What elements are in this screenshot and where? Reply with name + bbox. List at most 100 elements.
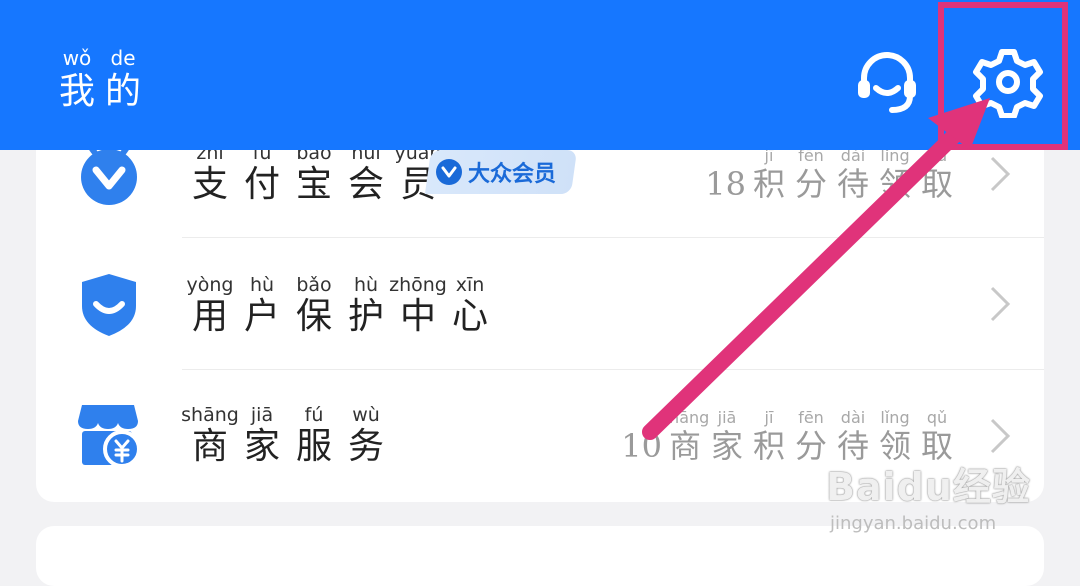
ruby-char: fēn 分 — [790, 146, 832, 203]
pinyin: dài — [840, 146, 866, 165]
ruby-char: qǔ 取 — [916, 408, 958, 463]
pinyin: xīn — [455, 274, 485, 296]
ruby-char: dài 待 — [832, 146, 874, 203]
pinyin: lǐng — [880, 146, 910, 165]
hanzi: 积 — [752, 165, 785, 203]
page-title: wǒ 我 de 的 — [54, 48, 146, 110]
hanzi: 务 — [347, 426, 384, 467]
ruby-char: hù 户 — [236, 276, 288, 335]
pinyin: wǒ — [62, 46, 92, 70]
hanzi: 户 — [243, 296, 280, 337]
headset-icon[interactable] — [852, 46, 922, 116]
hanzi: 服 — [295, 426, 332, 467]
row-label: zhī 支 fù 付 bǎo 宝 huì 会 yuán 员 — [184, 144, 444, 203]
watermark-url: jingyan.baidu.com — [830, 513, 997, 534]
hanzi: 取 — [920, 165, 953, 203]
ruby-char: yòng 用 — [184, 276, 236, 335]
pinyin: wù — [352, 404, 380, 426]
merchant-store-icon — [76, 402, 142, 468]
ruby-char: zhī 支 — [184, 144, 236, 203]
hanzi: 分 — [794, 165, 827, 203]
ruby-char: fù 付 — [236, 144, 288, 203]
ruby-char: jiā 家 — [236, 406, 288, 465]
hanzi: 领 — [878, 165, 911, 203]
hanzi: 待 — [836, 165, 869, 203]
pinyin: yòng — [186, 274, 234, 296]
pinyin: qǔ — [926, 408, 948, 427]
header-bar: wǒ 我 de 的 — [0, 0, 1080, 150]
ruby-char: lǐng 领 — [874, 410, 916, 463]
pinyin: jī — [764, 146, 774, 165]
ruby-char: fú 服 — [288, 406, 340, 465]
hanzi: 心 — [451, 296, 488, 337]
pinyin: fēn — [798, 408, 824, 427]
pinyin: jiā — [250, 404, 274, 426]
ruby-char: de 的 — [100, 48, 146, 110]
hanzi: 的 — [104, 71, 141, 112]
ruby-char: xīn 心 — [444, 276, 496, 335]
points-count: 18 — [705, 165, 746, 203]
ruby-char: shāng 商 — [661, 410, 710, 465]
ruby-char: bǎo 保 — [288, 276, 340, 335]
pinyin: de — [110, 46, 136, 70]
next-card — [36, 526, 1044, 586]
pinyin: hù — [249, 274, 275, 296]
ruby-char: huì 会 — [340, 144, 392, 203]
baidu-watermark: Baidu经验 jingyan.baidu.com — [826, 456, 1031, 534]
pinyin: dài — [840, 408, 866, 427]
pinyin: fēn — [798, 146, 824, 165]
list-item-user-protection[interactable]: yòng 用 hù 户 bǎo 保 hù 护 zhōng 中 xīn 心 — [36, 238, 1044, 370]
pinyin: shāng — [181, 404, 239, 426]
ruby-char: shāng 商 — [181, 404, 239, 467]
ruby-char: bǎo 宝 — [288, 144, 340, 203]
hanzi: 商 — [668, 427, 701, 465]
ruby-char: lǐng 领 — [874, 146, 916, 203]
row-label: shāng 商 jiā 家 fú 服 wù 务 — [181, 404, 392, 467]
hanzi: 家 — [710, 427, 743, 465]
row-label: yòng 用 hù 户 bǎo 保 hù 护 zhōng 中 xīn 心 — [184, 276, 496, 335]
ruby-char: dài 待 — [832, 408, 874, 463]
chevron-right-icon — [990, 418, 1011, 454]
ruby-char: jī 积 — [748, 146, 790, 203]
hanzi: 用 — [191, 296, 228, 337]
hanzi: 宝 — [295, 164, 332, 205]
ruby-char: wù 务 — [340, 406, 392, 465]
badge-v-icon — [436, 159, 462, 185]
hanzi: 中 — [399, 296, 436, 337]
badge-text: 大众会员 — [468, 162, 557, 187]
membership-v-icon — [76, 142, 142, 208]
annotation-highlight-box — [938, 2, 1068, 150]
hanzi: 分 — [794, 427, 827, 465]
hanzi: 会 — [347, 164, 384, 205]
ruby-char: fēn 分 — [790, 408, 832, 465]
merchant-points-count: 10 — [621, 427, 662, 465]
pinyin: jī — [764, 408, 774, 427]
hanzi: 支 — [191, 164, 228, 205]
row-right-hint: 18 jī 积 fēn 分 dài 待 lǐng 领 qǔ 取 — [705, 146, 958, 203]
hanzi: 付 — [243, 164, 280, 205]
ruby-char: zhōng 中 — [389, 276, 447, 337]
hanzi: 我 — [58, 71, 95, 112]
chevron-right-icon — [990, 286, 1011, 322]
watermark-logo: Baidu经验 — [826, 465, 1031, 509]
ruby-char: jiā 家 — [706, 408, 748, 465]
pinyin: qǔ — [926, 146, 948, 165]
member-badge: 大众会员 — [424, 150, 578, 194]
pinyin: fú — [304, 404, 324, 426]
row-right-hint: 10 shāng 商 jiā 家 jī 积 fēn 分 dài 待 lǐng 领 qǔ 取 — [621, 408, 958, 465]
ruby-char: qǔ 取 — [916, 146, 958, 203]
shield-smile-icon — [76, 272, 142, 338]
pinyin: bǎo — [296, 274, 332, 296]
pinyin: shāng — [660, 408, 710, 427]
ruby-char: jī 积 — [748, 408, 790, 465]
chevron-right-icon — [990, 156, 1011, 192]
hanzi: 家 — [243, 426, 280, 467]
ruby-char: hù 护 — [340, 276, 392, 335]
pinyin: hù — [353, 274, 379, 296]
hanzi: 保 — [295, 296, 332, 337]
hanzi: 护 — [347, 296, 384, 337]
hanzi: 积 — [752, 427, 785, 465]
pinyin: jiā — [717, 408, 737, 427]
hanzi: 商 — [191, 426, 228, 467]
ruby-char: wǒ 我 — [54, 48, 100, 110]
